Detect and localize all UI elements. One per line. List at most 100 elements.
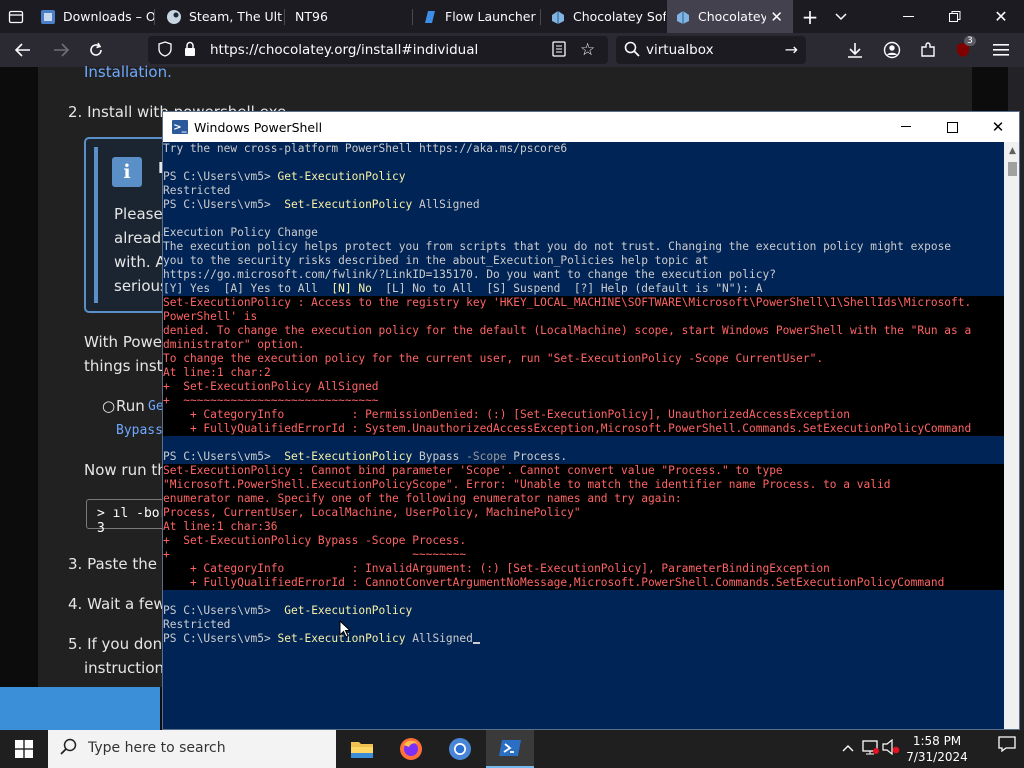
- downloads-icon[interactable]: [840, 35, 870, 65]
- console-line: Restricted: [163, 618, 231, 631]
- tab-list-icon[interactable]: [0, 0, 32, 33]
- clock[interactable]: 1:58 PM 7/31/2024: [902, 733, 972, 765]
- taskbar-search[interactable]: Type here to search: [48, 730, 336, 768]
- minimize-icon[interactable]: [886, 0, 932, 33]
- url-text: https://chocolatey.org/install#individua…: [210, 42, 479, 58]
- console-line: PS C:\Users\vm5> Set-ExecutionPolicy Byp…: [163, 450, 568, 463]
- scroll-up-icon[interactable]: ▲: [1004, 142, 1019, 159]
- console-line: Process, CurrentUser, LocalMachine, User…: [163, 506, 1004, 520]
- firefox-icon: [40, 9, 56, 25]
- chocolatey-icon: [675, 9, 691, 25]
- search-bar[interactable]: virtualbox →: [616, 36, 806, 64]
- mouse-pointer-icon: [339, 619, 352, 642]
- console-line: you to the security risks described in t…: [163, 254, 709, 267]
- console-line: + ~~~~~~~~: [163, 548, 1004, 562]
- page-footer-bar: [0, 687, 160, 730]
- console-line: PS C:\Users\vm5> Get-ExecutionPolicy: [163, 170, 406, 183]
- console-line: PS C:\Users\vm5> Get-ExecutionPolicy: [163, 604, 413, 617]
- browser-nav-bar: https://chocolatey.org/install#individua…: [0, 33, 1024, 67]
- console-line: "Microsoft.PowerShell.ExecutionPolicySco…: [163, 478, 1004, 492]
- search-icon: [624, 41, 640, 61]
- tab-chocolatey-active[interactable]: Chocolatey Software ✕: [667, 0, 793, 33]
- extensions-icon[interactable]: [913, 35, 943, 65]
- volume-muted-icon[interactable]: [882, 738, 900, 758]
- powershell-console[interactable]: Try the new cross-platform PowerShell ht…: [163, 142, 1004, 729]
- console-line: + FullyQualifiedErrorId : CannotConvertA…: [163, 576, 1004, 590]
- hamburger-menu-icon[interactable]: [986, 35, 1016, 65]
- tab-title: Downloads – Oracle: [63, 9, 154, 24]
- console-line: + FullyQualifiedErrorId : System.Unautho…: [163, 422, 1004, 436]
- console-line: + CategoryInfo : InvalidArgument: (:) [S…: [163, 562, 1004, 576]
- console-line: Try the new cross-platform PowerShell ht…: [163, 142, 568, 155]
- text-cursor: [472, 642, 480, 644]
- search-placeholder: Type here to search: [88, 740, 226, 756]
- lock-icon[interactable]: [184, 41, 196, 61]
- console-line: enumerator name. Specify one of the foll…: [163, 492, 1004, 506]
- bookmark-star-icon[interactable]: ☆: [580, 40, 595, 60]
- reader-view-icon[interactable]: [552, 41, 566, 61]
- search-input[interactable]: virtualbox: [646, 42, 714, 58]
- firefox-icon[interactable]: [387, 730, 435, 768]
- url-bar[interactable]: https://chocolatey.org/install#individua…: [148, 36, 608, 64]
- run-command: Bypass: [116, 423, 163, 438]
- chevron-up-icon[interactable]: [842, 741, 854, 755]
- maximize-icon[interactable]: [929, 112, 975, 142]
- console-line: PS C:\Users\vm5> Set-ExecutionPolicy All…: [163, 198, 480, 211]
- run-label: Run: [116, 397, 145, 415]
- console-line: + Set-ExecutionPolicy AllSigned: [163, 380, 1004, 394]
- notifications-icon[interactable]: [998, 736, 1016, 757]
- tab-title: Chocolatey Software: [573, 9, 666, 24]
- tab-flow-launcher[interactable]: Flow Launcher: [414, 0, 538, 33]
- tab-downloads[interactable]: Downloads – Oracle: [32, 0, 154, 33]
- close-tab-icon[interactable]: ✕: [770, 8, 783, 26]
- flow-launcher-icon: [422, 9, 438, 25]
- console-line: + ~~~~~~~~~~~~~~~~~~~~~~~~~~~~~: [163, 394, 1004, 408]
- tab-title: Flow Launcher: [445, 9, 536, 24]
- shield-icon[interactable]: [158, 41, 172, 61]
- powershell-taskbar-icon[interactable]: [486, 730, 534, 768]
- powershell-window: >_ Windows PowerShell ✕ Try the new cros…: [162, 111, 1020, 730]
- account-icon[interactable]: [877, 35, 907, 65]
- console-line: [Y] Yes [A] Yes to All [N] No [L] No to …: [163, 282, 763, 295]
- installation-link[interactable]: Installation.: [84, 63, 172, 81]
- forward-icon[interactable]: [46, 35, 76, 65]
- chrome-icon[interactable]: [436, 730, 484, 768]
- ublock-icon[interactable]: 3: [948, 35, 978, 65]
- browser-tab-bar: Downloads – Oracle Steam, The Ultimate N…: [0, 0, 1024, 33]
- tab-title: NT96: [295, 9, 328, 24]
- tab-nt96[interactable]: NT96: [287, 0, 411, 33]
- steam-icon: [166, 9, 182, 25]
- close-window-icon[interactable]: ✕: [975, 112, 1019, 142]
- close-window-icon[interactable]: ✕: [978, 0, 1024, 33]
- clock-date: 7/31/2024: [906, 750, 968, 764]
- clock-time: 1:58 PM: [912, 734, 962, 748]
- restore-icon[interactable]: [932, 0, 978, 33]
- tab-chocolatey[interactable]: Chocolatey Software: [542, 0, 666, 33]
- body-text: Now run th: [84, 461, 167, 479]
- new-tab-icon[interactable]: +: [794, 0, 826, 33]
- chevron-down-icon[interactable]: [826, 0, 856, 33]
- window-title: Windows PowerShell: [194, 120, 323, 135]
- tab-steam[interactable]: Steam, The Ultimate: [158, 0, 282, 33]
- console-line: + Set-ExecutionPolicy Bypass -Scope Proc…: [163, 534, 1004, 548]
- windows-start-icon[interactable]: [0, 730, 48, 768]
- reload-icon[interactable]: [81, 35, 111, 65]
- console-line: The execution policy helps protect you f…: [163, 240, 952, 253]
- console-line: At line:1 char:36: [163, 520, 1004, 534]
- body-text: things insta: [84, 357, 172, 375]
- search-go-icon[interactable]: →: [785, 40, 798, 59]
- console-line: At line:1 char:2: [163, 366, 1004, 380]
- network-icon[interactable]: [862, 739, 880, 758]
- minimize-icon[interactable]: [883, 112, 929, 142]
- file-explorer-icon[interactable]: [338, 730, 386, 768]
- back-icon[interactable]: [8, 35, 38, 65]
- taskbar: Type here to search 1:58 PM 7/31/2024: [0, 730, 1024, 768]
- console-line: PowerShell' is: [163, 310, 1004, 324]
- step-5-text: 5. If you don't: [68, 635, 173, 653]
- powershell-title-bar[interactable]: >_ Windows PowerShell ✕: [163, 112, 1019, 142]
- bullet: ○: [102, 397, 116, 415]
- console-scrollbar[interactable]: ▲: [1004, 142, 1019, 729]
